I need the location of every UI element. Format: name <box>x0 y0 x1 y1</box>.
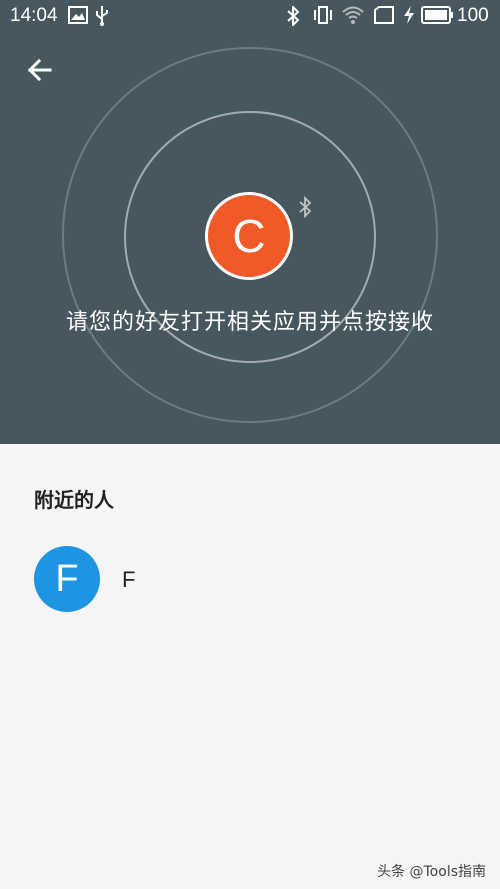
sim-icon <box>374 6 394 24</box>
status-bar: 14:04 100 <box>0 0 500 32</box>
vibrate-icon <box>314 6 332 24</box>
status-time: 14:04 <box>10 5 58 26</box>
bluetooth-icon <box>287 6 300 26</box>
wifi-icon <box>342 6 364 24</box>
nearby-panel: 附近的人 F F 头条 @Tools指南 <box>0 444 500 889</box>
back-arrow-icon[interactable] <box>24 54 56 86</box>
person-avatar: F <box>34 546 100 612</box>
battery-level: 100 <box>457 5 489 26</box>
share-hint-text: 请您的好友打开相关应用并点按接收 <box>65 310 434 335</box>
sender-avatar: C <box>205 192 293 280</box>
image-icon <box>68 6 88 24</box>
watermark-text: 头条 @Tools指南 <box>377 864 486 880</box>
share-header-panel: 14:04 100 C 请您的好友打开相关应用并点按接收 <box>0 0 500 444</box>
charging-icon <box>404 6 414 24</box>
sender-avatar-initial: C <box>232 210 266 262</box>
person-name: F <box>122 567 136 592</box>
usb-icon <box>96 6 108 26</box>
nearby-section-title: 附近的人 <box>34 488 114 512</box>
battery-icon <box>421 6 453 24</box>
nearby-person-item[interactable]: F F <box>34 546 464 612</box>
person-avatar-initial: F <box>55 557 79 600</box>
bluetooth-icon <box>299 196 312 218</box>
